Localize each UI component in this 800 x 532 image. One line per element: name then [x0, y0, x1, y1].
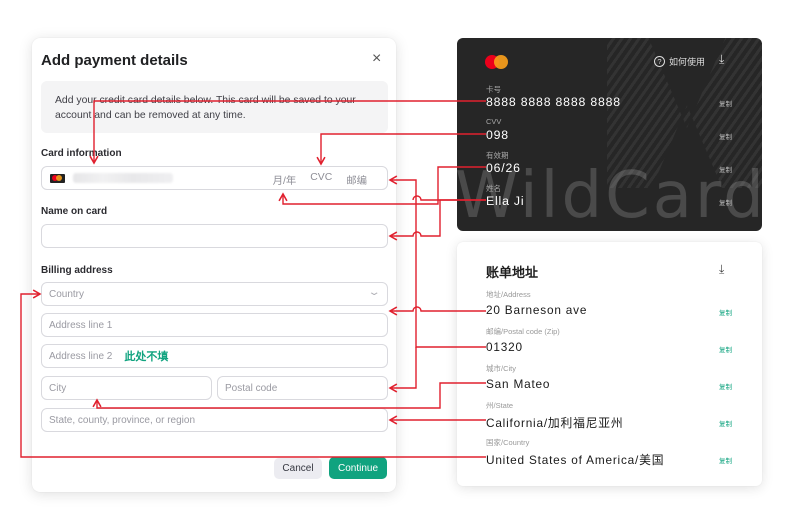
- copy-address-button[interactable]: 复制: [719, 307, 732, 317]
- country-select[interactable]: Country ⌄: [41, 282, 388, 306]
- copy-name-button[interactable]: 复制: [719, 197, 732, 207]
- cvv-value: 098: [486, 128, 509, 142]
- country-value: United States of America/美国: [486, 453, 665, 467]
- postal-value: 01320: [486, 340, 523, 354]
- copy-expiry-button[interactable]: 复制: [719, 164, 732, 174]
- copy-card-number-button[interactable]: 复制: [719, 98, 732, 108]
- address-value: 20 Barneson ave: [486, 303, 588, 317]
- copy-cvv-button[interactable]: 复制: [719, 131, 732, 141]
- name-on-card-input[interactable]: [41, 224, 388, 248]
- mastercard-icon: [50, 173, 65, 183]
- continue-button[interactable]: Continue: [329, 457, 387, 479]
- copy-country-button[interactable]: 复制: [719, 455, 732, 465]
- name-key: 姓名: [486, 184, 501, 193]
- payment-modal: Add payment details × Add your credit ca…: [32, 38, 396, 492]
- expiry-input[interactable]: 月/年: [273, 172, 297, 187]
- country-placeholder: Country: [49, 288, 85, 300]
- address-line2-placeholder: Address line 2: [49, 350, 113, 362]
- expiry-value: 06/26: [486, 161, 521, 175]
- state-input[interactable]: State, county, province, or region: [41, 408, 388, 432]
- mastercard-logo-icon: [485, 55, 511, 71]
- card-number-value: 8888 8888 8888 8888: [486, 95, 621, 109]
- download-icon[interactable]: ⤓: [719, 52, 724, 67]
- city-value: San Mateo: [486, 377, 551, 391]
- state-value: California/加利福尼亚州: [486, 416, 624, 430]
- how-to-use-link[interactable]: ? 如何使用: [654, 55, 705, 68]
- card-number-input[interactable]: 月/年 CVC 邮编: [41, 166, 388, 190]
- address-line2-note: 此处不填: [124, 351, 169, 363]
- cvc-input[interactable]: CVC: [310, 172, 332, 187]
- card-number-key: 卡号: [486, 85, 501, 94]
- copy-city-button[interactable]: 复制: [719, 381, 732, 391]
- wildcard-card: WildCard ? 如何使用 ⤓ 卡号 8888 8888 8888 8888…: [457, 38, 762, 231]
- notice-text: Add your credit card details below. This…: [41, 81, 388, 133]
- billing-title: 账单地址: [486, 265, 539, 280]
- country-key: 国家/Country: [486, 438, 530, 447]
- billing-address-card: 账单地址 ⤓ 地址/Address 20 Barneson ave 复制 邮编/…: [457, 242, 762, 486]
- how-to-use-label: 如何使用: [669, 57, 706, 67]
- expiry-key: 有效期: [486, 151, 509, 160]
- state-key: 州/State: [486, 401, 514, 410]
- help-icon: ?: [654, 56, 665, 67]
- modal-title: Add payment details: [41, 52, 188, 69]
- zip-input[interactable]: 邮编: [346, 172, 367, 187]
- address-key: 地址/Address: [486, 290, 531, 299]
- card-info-label: Card information: [41, 148, 122, 159]
- close-icon[interactable]: ×: [372, 51, 381, 67]
- billing-download-icon[interactable]: ⤓: [719, 262, 724, 277]
- billing-label: Billing address: [41, 265, 113, 276]
- chevron-down-icon: ⌄: [367, 287, 381, 298]
- name-value: Ella Ji: [486, 194, 525, 208]
- postal-code-input[interactable]: Postal code: [217, 376, 388, 400]
- copy-state-button[interactable]: 复制: [719, 418, 732, 428]
- postal-key: 邮编/Postal code (Zip): [486, 327, 560, 336]
- copy-postal-button[interactable]: 复制: [719, 344, 732, 354]
- address-line1-input[interactable]: Address line 1: [41, 313, 388, 337]
- name-label: Name on card: [41, 206, 108, 217]
- cancel-button[interactable]: Cancel: [274, 458, 322, 479]
- city-key: 城市/City: [486, 364, 516, 373]
- card-number-blurred: [73, 173, 173, 183]
- cvv-key: CVV: [486, 117, 502, 126]
- city-input[interactable]: City: [41, 376, 212, 400]
- address-line2-input[interactable]: Address line 2 此处不填: [41, 344, 388, 368]
